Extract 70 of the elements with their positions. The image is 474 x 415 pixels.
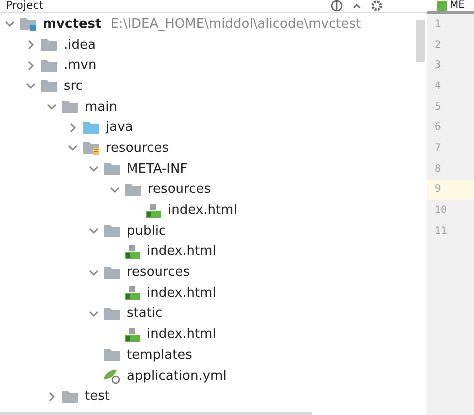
tree-item[interactable]: .mvn (0, 55, 427, 76)
gutter-line: 3 (434, 59, 442, 74)
item-label: .idea (64, 38, 96, 53)
item-label: resources (106, 140, 170, 156)
item-label: index.html (147, 244, 216, 260)
tree-item[interactable]: resources (0, 180, 427, 200)
item-label: main (85, 100, 118, 115)
panel-title[interactable]: Project (6, 0, 323, 12)
tree-item[interactable]: .idea (0, 34, 427, 56)
item-label: public (127, 224, 166, 239)
tree-item[interactable]: src (0, 76, 427, 97)
tree-item[interactable]: resources (0, 138, 427, 159)
scrollbar[interactable] (416, 20, 425, 62)
gutter-line: 7 (434, 142, 442, 156)
tree-item[interactable]: java (0, 117, 427, 138)
tree-item[interactable]: application.yml (0, 366, 427, 386)
gutter-line: 5 (434, 100, 442, 115)
item-label: static (127, 306, 163, 322)
gutter-line: 4 (434, 80, 442, 94)
folder-icon (103, 266, 121, 280)
item-label: META-INF (127, 162, 188, 177)
item-label: .mvn (64, 58, 97, 74)
gutter-line: 8 (434, 162, 442, 177)
tree-item[interactable]: index.html (0, 324, 427, 345)
item-label: index.html (168, 203, 238, 218)
item-label: index.html (147, 327, 216, 342)
folder-icon (103, 162, 121, 176)
tree-item[interactable]: main (0, 96, 427, 118)
folder-icon (40, 79, 58, 94)
gutter-line: 6 (434, 121, 442, 136)
item-label: test (85, 389, 110, 404)
tree-item[interactable]: index.html (0, 242, 427, 262)
folder-icon (19, 17, 37, 32)
folder-icon (103, 306, 121, 321)
tree-item[interactable]: META-INF (0, 158, 427, 180)
item-label: resources (148, 182, 212, 198)
settings-icon[interactable] (371, 0, 383, 12)
item-label: mvctest (43, 16, 102, 32)
item-label: index.html (147, 286, 216, 301)
item-label: application.yml (127, 368, 227, 384)
module-path: E:\IDEA_HOME\middol\alicode\mvctest (110, 16, 362, 32)
tree-item[interactable]: static (0, 304, 427, 324)
item-label: src (64, 78, 83, 94)
gutter-line: 10 (434, 204, 448, 218)
item-label: java (106, 120, 134, 136)
gutter-line: 1 (434, 18, 442, 32)
folder-icon (103, 224, 121, 238)
item-label: templates (127, 348, 192, 363)
tree-item[interactable]: resources (0, 262, 427, 283)
item-label: resources (127, 265, 190, 280)
folder-icon (40, 58, 58, 73)
leaf-gear-icon (103, 368, 121, 384)
folder-icon (40, 38, 58, 52)
folder-icon (103, 348, 121, 362)
tree-item[interactable]: index.html (0, 200, 427, 221)
tree-item[interactable]: index.html (0, 282, 427, 304)
folder-icon (82, 120, 100, 135)
folder-icon (82, 141, 100, 156)
gutter-line: 11 (434, 224, 448, 239)
folder-icon (61, 390, 79, 404)
tree-item[interactable]: public (0, 220, 427, 242)
scrollbar[interactable] (0, 412, 312, 415)
target-icon[interactable] (331, 0, 343, 12)
tree-item[interactable]: templates (0, 345, 427, 366)
editor-tab[interactable]: ME (427, 0, 474, 14)
folder-icon (61, 100, 79, 114)
tree-item[interactable]: test (0, 386, 427, 408)
tree-item[interactable]: mvctest E:\IDEA_HOME\middol\alicode\mvctest (0, 14, 427, 35)
gutter-line: 2 (434, 38, 442, 53)
folder-icon (124, 182, 142, 197)
